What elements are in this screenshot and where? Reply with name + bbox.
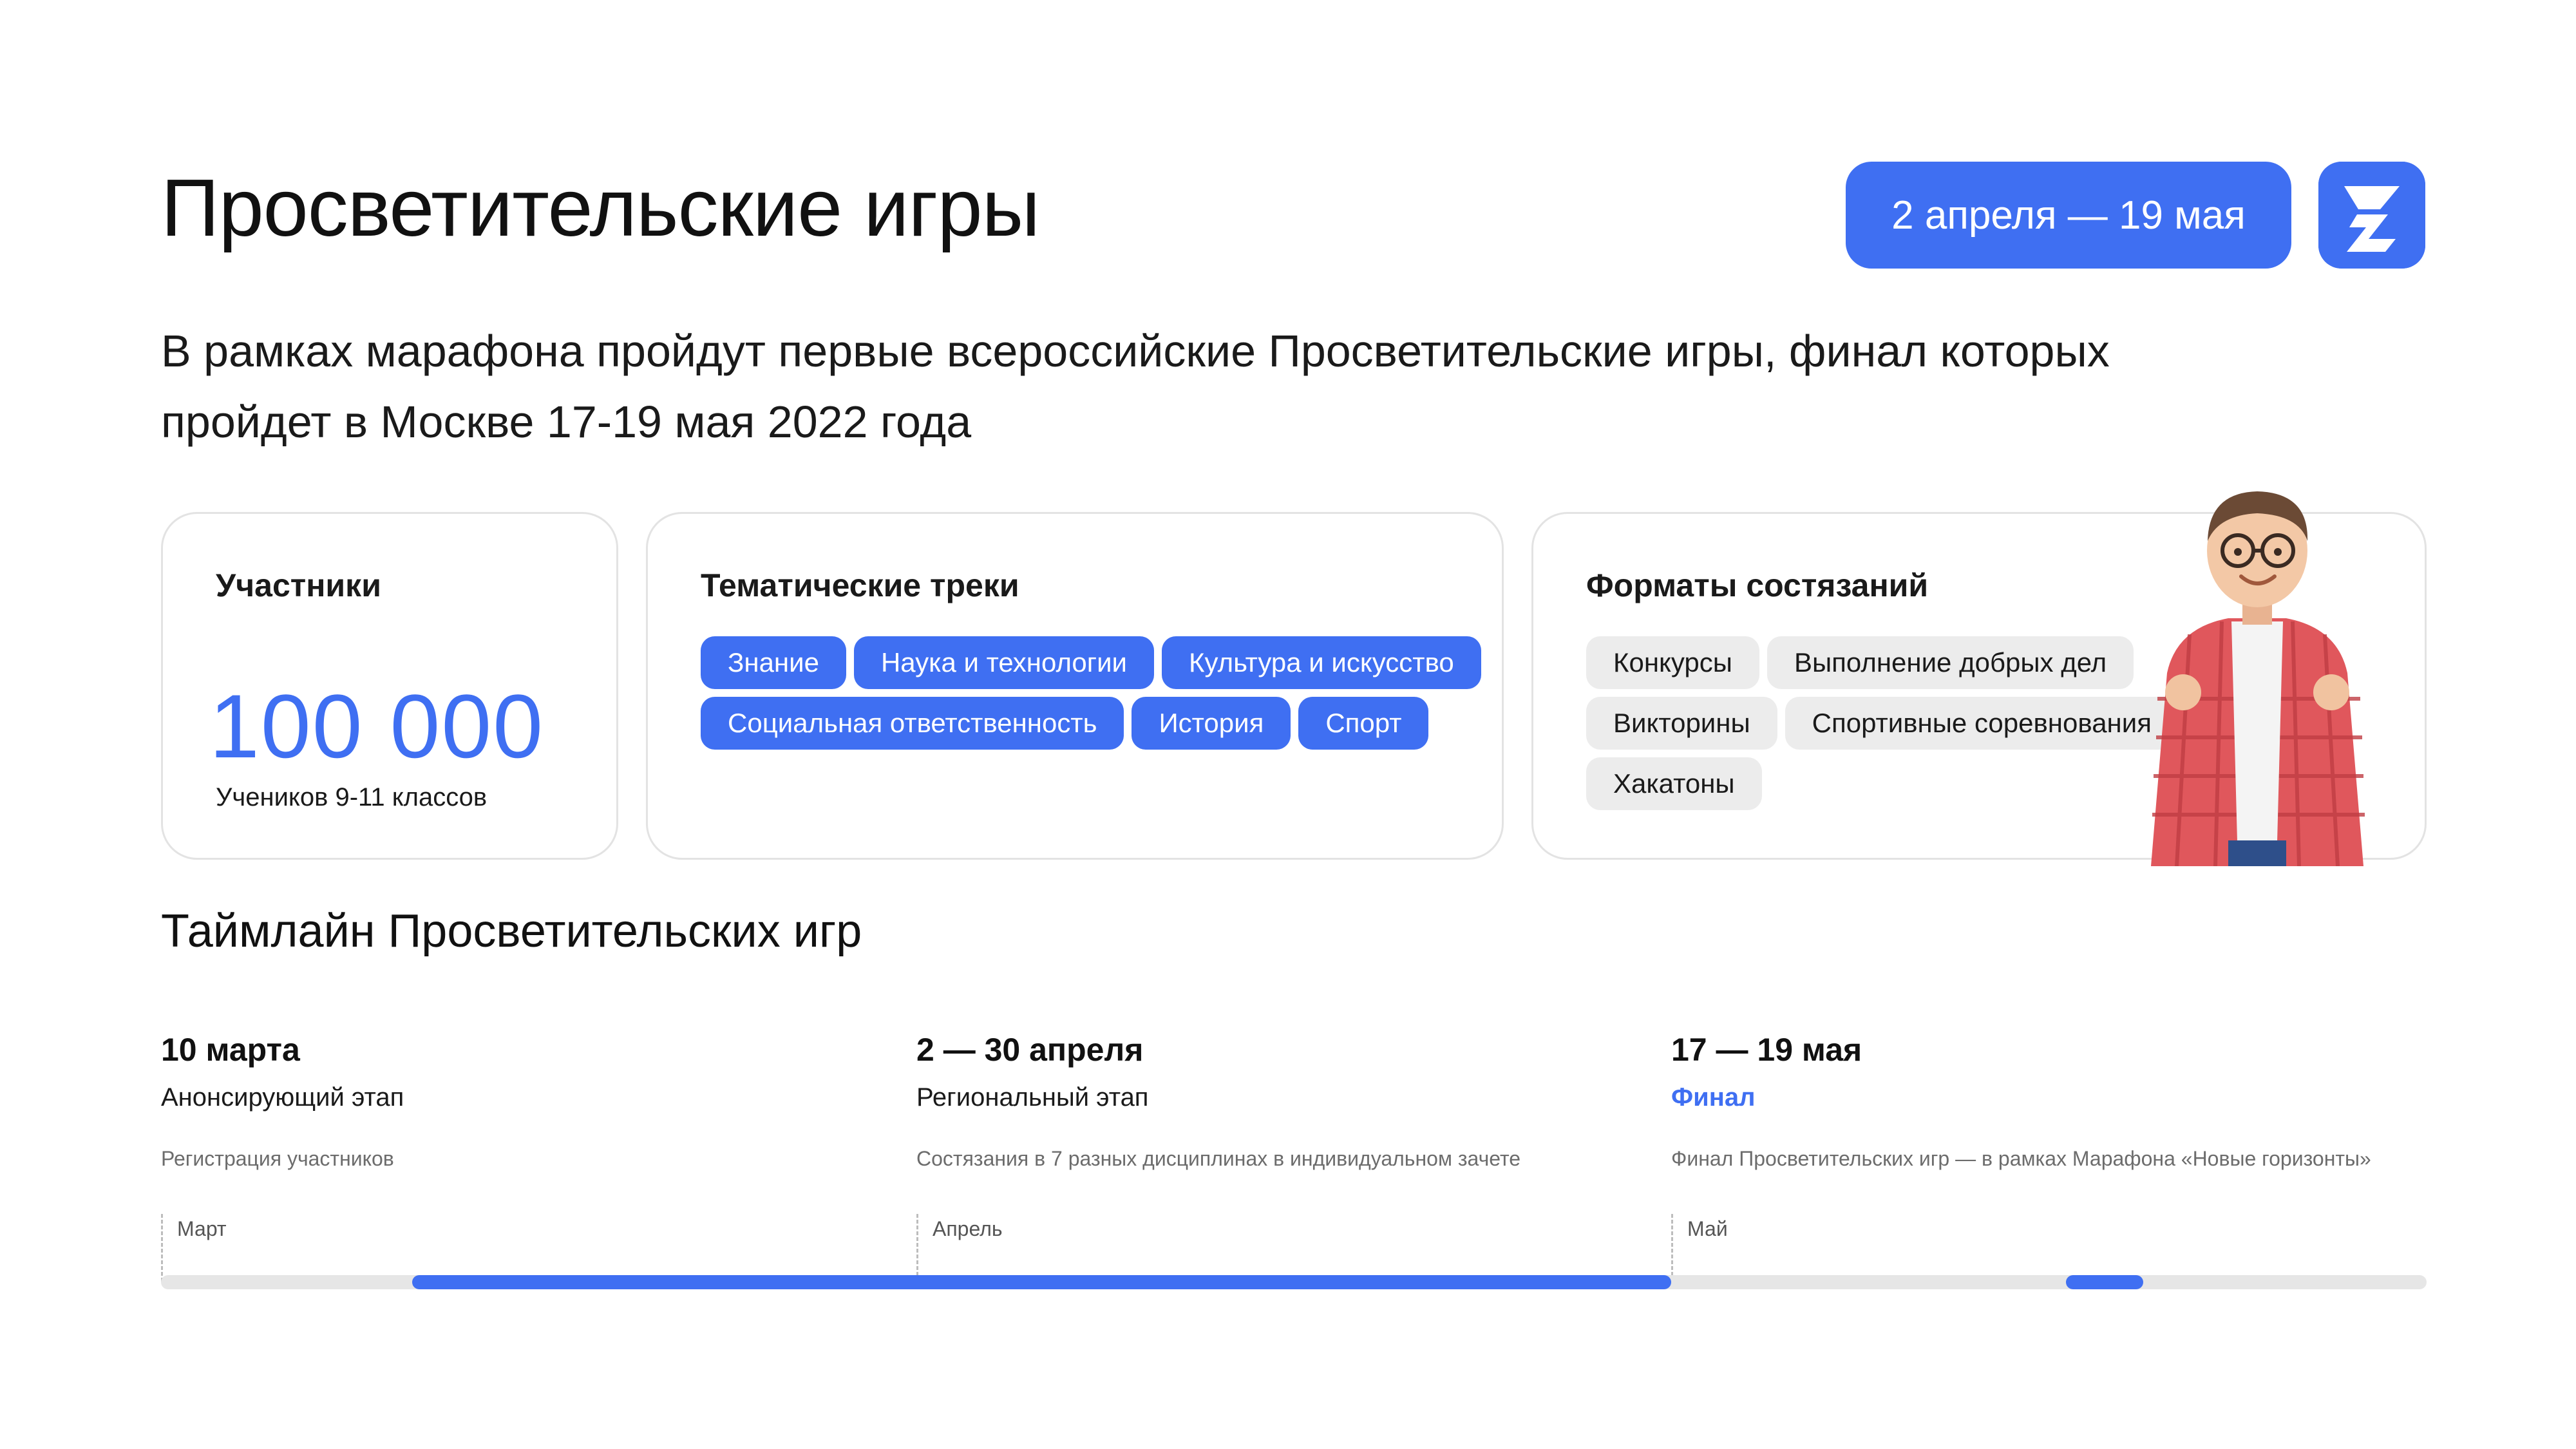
stage-name: Региональный этап <box>916 1083 1149 1112</box>
format-tag: Викторины <box>1586 697 1777 750</box>
participants-caption: Учеников 9-11 классов <box>216 783 488 811</box>
student-mascot-illustration <box>2106 480 2409 867</box>
track-tag: Наука и технологии <box>853 636 1155 689</box>
stage-date: 17 — 19 мая <box>1671 1032 1862 1068</box>
format-tag: Хакатоны <box>1586 757 1762 810</box>
z-logo-icon <box>2318 162 2425 269</box>
format-tag: Выполнение добрых дел <box>1766 636 2134 689</box>
participants-card: Участники 100 000 Учеников 9-11 классов <box>161 512 618 860</box>
tracks-card: Тематические треки Знание Наука и технол… <box>646 512 1504 860</box>
lead-paragraph: В рамках марафона пройдут первые всеросс… <box>161 326 2110 447</box>
tracks-card-title: Тематические треки <box>701 567 1019 603</box>
participants-card-title: Участники <box>216 567 381 603</box>
format-tag: Конкурсы <box>1586 636 1759 689</box>
stage-description: Регистрация участников <box>161 1147 394 1170</box>
stage-description: Финал Просветительских игр — в рамках Ма… <box>1671 1147 2371 1170</box>
track-tag: История <box>1132 697 1291 750</box>
participants-count: 100 000 <box>209 676 545 777</box>
track-tag: Социальная ответственность <box>701 697 1124 750</box>
stage-date: 10 марта <box>161 1032 300 1068</box>
formats-card-title: Форматы состязаний <box>1586 567 1929 603</box>
tracks-tag-list: Знание Наука и технологии Культура и иск… <box>701 636 1486 750</box>
stage-name: Анонсирующий этап <box>161 1083 404 1112</box>
track-tag: Культура и искусство <box>1162 636 1481 689</box>
month-marker-march: Март <box>161 1214 227 1282</box>
timeline-bar-regional <box>412 1275 1671 1289</box>
track-tag: Спорт <box>1298 697 1429 750</box>
stage-name: Финал <box>1671 1083 1756 1112</box>
timeline-stage: 10 марта Анонсирующий этап Регистрация у… <box>161 1027 895 1173</box>
stage-description: Состязания в 7 разных дисциплинах в инди… <box>916 1147 1521 1170</box>
date-range-badge: 2 апреля — 19 мая <box>1846 162 2291 269</box>
track-tag: Знание <box>701 636 846 689</box>
month-marker-may: Май <box>1671 1214 1728 1282</box>
timeline-stage: 17 — 19 мая Финал Финал Просветительских… <box>1671 1027 2405 1173</box>
timeline-stage: 2 — 30 апреля Региональный этап Состязан… <box>916 1027 1651 1173</box>
page-title: Просветительские игры <box>161 162 1040 253</box>
month-marker-april: Апрель <box>916 1214 1003 1282</box>
timeline-bar-final <box>2066 1275 2143 1289</box>
timeline-title: Таймлайн Просветительских игр <box>161 905 862 957</box>
stage-date: 2 — 30 апреля <box>916 1032 1144 1068</box>
